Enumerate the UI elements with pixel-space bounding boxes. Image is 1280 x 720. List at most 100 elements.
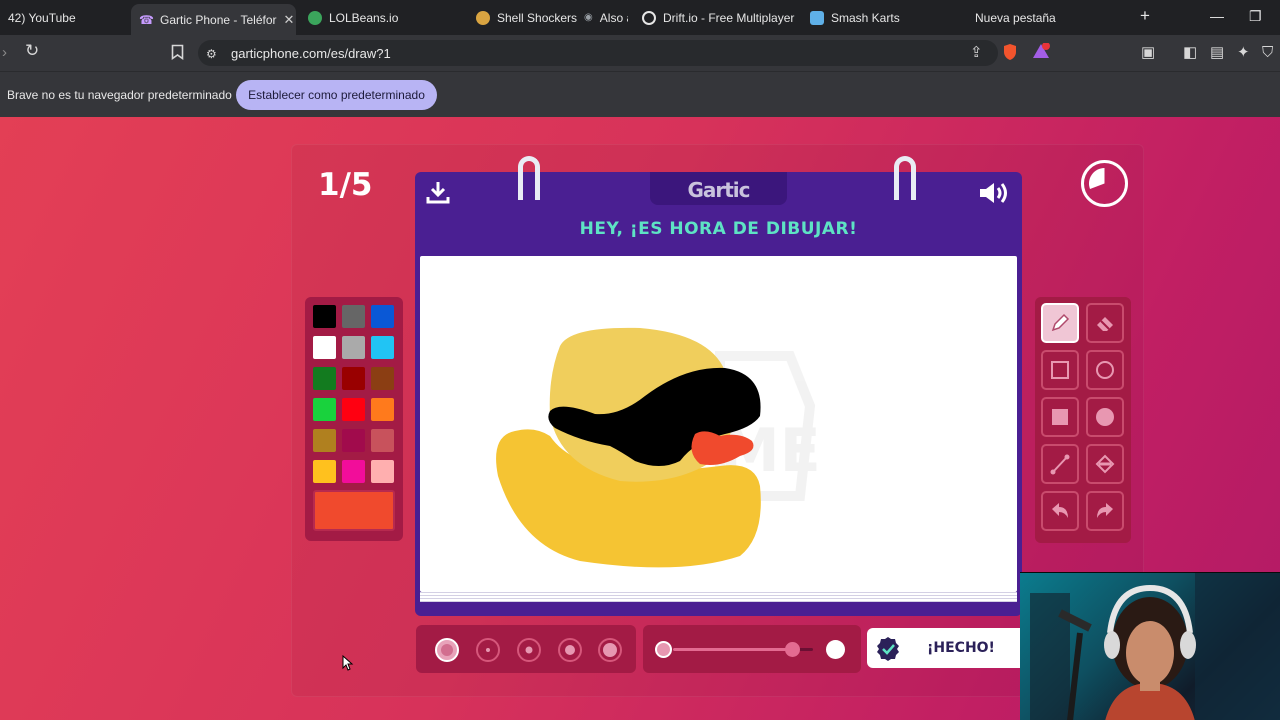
color-swatch[interactable]: [313, 398, 336, 421]
leo-ai-icon[interactable]: ✦: [1237, 44, 1250, 62]
gartic-favicon-icon: ☎: [139, 12, 154, 27]
restore-window-icon[interactable]: ❐: [1249, 8, 1262, 25]
default-browser-infobar: Brave no es tu navegador predeterminado …: [0, 71, 1280, 117]
filled-rectangle-tool-button[interactable]: [1041, 397, 1079, 437]
done-label: ¡HECHO!: [927, 640, 995, 656]
color-swatch[interactable]: [371, 398, 394, 421]
line-tool-button[interactable]: [1041, 444, 1079, 484]
bookmark-icon[interactable]: [171, 44, 184, 65]
color-swatch[interactable]: [342, 429, 365, 452]
tab-drift-io[interactable]: Drift.io - Free Multiplayer: [634, 4, 804, 31]
color-swatch[interactable]: [371, 460, 394, 483]
tab-label: Nueva pestaña: [975, 10, 1056, 25]
binder-ring-right: [894, 156, 916, 200]
drift-favicon-icon: [642, 10, 656, 25]
close-tab-icon[interactable]: ✕: [284, 12, 295, 28]
set-default-button[interactable]: Establecer como predeterminado: [236, 80, 437, 110]
color-swatch[interactable]: [313, 429, 336, 452]
filled-ellipse-icon: [1096, 408, 1114, 426]
shell-shockers-favicon-icon: [476, 10, 490, 25]
drawing-canvas[interactable]: ME: [420, 256, 1017, 592]
tab-shell-shockers[interactable]: Shell Shockers ◉ Also at: [468, 4, 628, 31]
wallet-icon[interactable]: ▤: [1210, 44, 1224, 62]
eraser-tool-button[interactable]: [1086, 303, 1124, 343]
color-swatch[interactable]: [313, 336, 336, 359]
opacity-slider-panel: [643, 625, 861, 673]
redo-icon: [1097, 503, 1113, 518]
color-swatch[interactable]: [371, 305, 394, 328]
opacity-min-indicator: [655, 641, 672, 658]
smash-karts-favicon-icon: [810, 10, 824, 25]
sound-icon[interactable]: [977, 179, 1011, 212]
rectangle-outline-icon: [1051, 361, 1069, 379]
binder-ring-left: [518, 156, 540, 200]
mouse-cursor-icon: [342, 655, 354, 671]
download-icon[interactable]: [425, 179, 451, 210]
reload-icon[interactable]: ↻: [25, 42, 39, 60]
ellipse-outline-icon: [1096, 361, 1114, 379]
current-color-swatch: [313, 490, 395, 531]
filled-ellipse-tool-button[interactable]: [1086, 397, 1124, 437]
sidebar-toggle-icon[interactable]: ◧: [1183, 44, 1197, 62]
color-swatch[interactable]: [313, 460, 336, 483]
address-field[interactable]: ⚙ garticphone.com/es/draw?1 ⇪: [198, 40, 998, 66]
tab-gartic-phone[interactable]: ☎ Gartic Phone - Teléfor ✕: [131, 4, 296, 35]
color-swatch[interactable]: [371, 336, 394, 359]
tab-label: Shell Shockers: [497, 10, 578, 25]
color-swatch[interactable]: [342, 398, 365, 421]
brush-size-5[interactable]: [598, 638, 622, 662]
media-icon[interactable]: ▣: [1141, 44, 1155, 62]
minimize-window-icon[interactable]: —: [1210, 8, 1224, 24]
tab-label: LOLBeans.io: [329, 10, 399, 25]
check-badge-icon: [877, 637, 899, 661]
color-swatch[interactable]: [342, 460, 365, 483]
round-counter: 1/5: [318, 167, 373, 203]
brush-size-1[interactable]: [435, 638, 459, 662]
redo-tool-button[interactable]: [1086, 491, 1124, 531]
brave-rewards-icon[interactable]: [1032, 42, 1050, 64]
tab-smash-karts[interactable]: Smash Karts: [802, 4, 962, 31]
brave-menu-shield-icon[interactable]: ⛉: [1262, 44, 1273, 62]
notebook-page-edge: [420, 592, 1017, 602]
opacity-slider-thumb[interactable]: [785, 642, 800, 657]
share-icon[interactable]: ⇪: [970, 44, 983, 62]
forward-arrow-icon[interactable]: ›: [2, 44, 7, 62]
site-settings-icon[interactable]: ⚙: [206, 45, 217, 63]
tool-panel: [1035, 297, 1131, 543]
duck-drawing: ME: [496, 327, 821, 568]
color-swatch[interactable]: [342, 336, 365, 359]
color-swatch[interactable]: [313, 305, 336, 328]
color-swatch[interactable]: [371, 367, 394, 390]
brush-size-3[interactable]: [517, 638, 541, 662]
eraser-icon: [1097, 317, 1113, 331]
rectangle-tool-button[interactable]: [1041, 350, 1079, 390]
tab-label: Drift.io - Free Multiplayer: [663, 10, 795, 25]
tab-lolbeans[interactable]: LOLBeans.io: [300, 4, 460, 31]
tab-audio-label: Also at: [599, 10, 628, 25]
fill-bucket-icon: [1095, 454, 1115, 474]
color-swatch[interactable]: [371, 429, 394, 452]
new-tab-plus-icon[interactable]: +: [1140, 6, 1150, 26]
tab-label: 42) YouTube: [8, 10, 76, 25]
audio-playing-icon: ◉: [584, 12, 593, 23]
brush-size-4[interactable]: [558, 638, 582, 662]
webcam-overlay: [1020, 572, 1280, 720]
logo-tab: Gartic: [650, 172, 787, 205]
brave-shields-icon[interactable]: [1002, 43, 1018, 66]
brush-size-2[interactable]: [476, 638, 500, 662]
url-text[interactable]: garticphone.com/es/draw?1: [231, 46, 391, 61]
pencil-tool-button[interactable]: [1041, 303, 1079, 343]
undo-tool-button[interactable]: [1041, 491, 1079, 531]
color-swatch[interactable]: [313, 367, 336, 390]
ellipse-tool-button[interactable]: [1086, 350, 1124, 390]
color-swatch[interactable]: [342, 367, 365, 390]
line-icon: [1050, 454, 1070, 475]
browser-toolbar: › ↻ ⚙ garticphone.com/es/draw?1 ⇪ ▣ ◧ ▤ …: [0, 35, 1280, 71]
fill-bucket-tool-button[interactable]: [1086, 444, 1124, 484]
gartic-logo: Gartic: [687, 178, 750, 202]
done-button[interactable]: ¡HECHO!: [867, 628, 1027, 668]
tab-new-tab[interactable]: Nueva pestaña: [967, 4, 1127, 31]
color-palette: [305, 297, 403, 541]
tab-youtube[interactable]: 42) YouTube: [0, 4, 128, 31]
color-swatch[interactable]: [342, 305, 365, 328]
